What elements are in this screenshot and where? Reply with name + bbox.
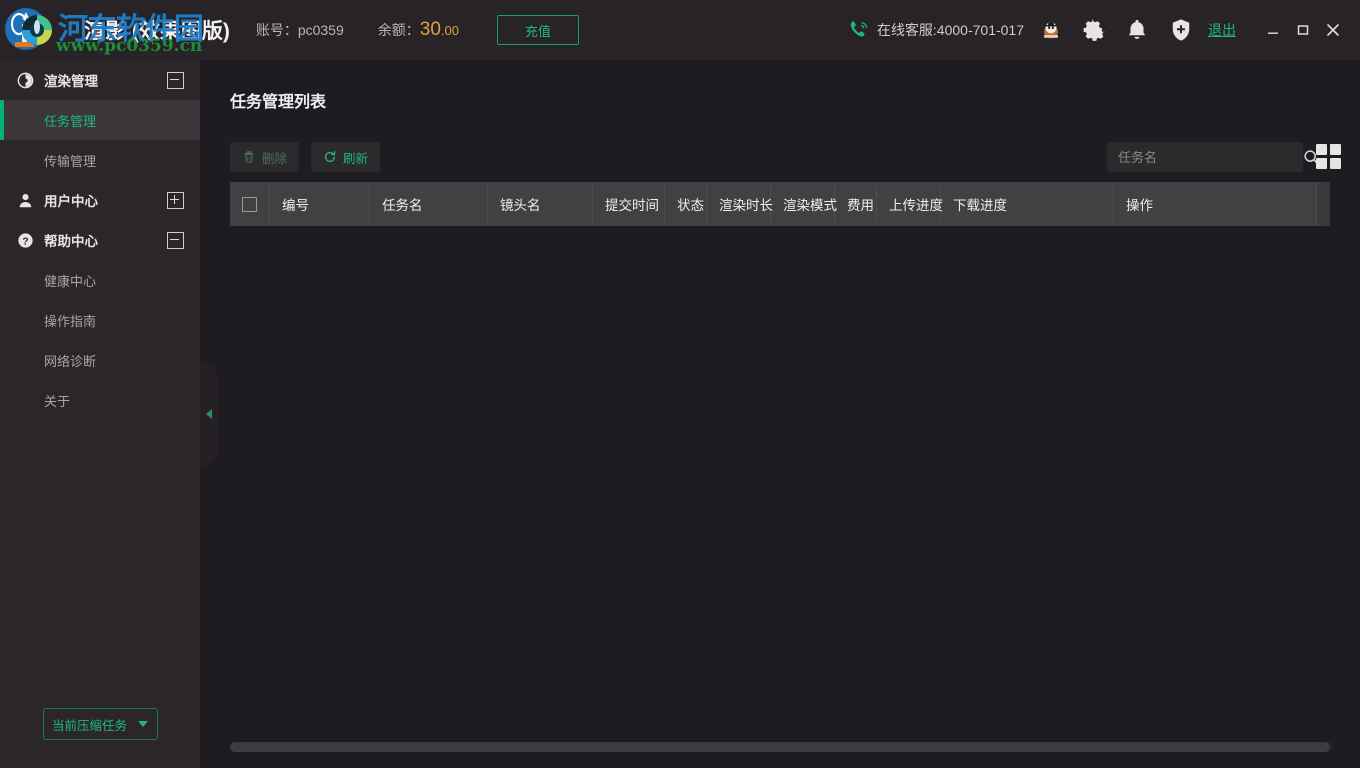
sidebar: 渲染管理 任务管理 传输管理 用户中心 ? xyxy=(0,60,200,768)
table-header-cell-cost[interactable]: 费用 xyxy=(835,182,877,226)
table-header-cell-submit-time[interactable]: 提交时间 xyxy=(593,182,665,226)
hotline-text: 在线客服:4000-701-017 xyxy=(877,20,1024,40)
shield-plus-icon[interactable] xyxy=(1168,17,1194,43)
trash-icon xyxy=(242,150,256,164)
sidebar-group-label: 渲染管理 xyxy=(44,70,167,90)
refresh-icon xyxy=(323,150,337,164)
balance-text: 余额： xyxy=(378,22,420,38)
sidebar-item-label: 传输管理 xyxy=(44,151,96,170)
task-table: 编号 任务名 镜头名 提交时间 状态 渲染时长 渲染模式 费用 上传进度 下载进… xyxy=(230,182,1330,226)
sidebar-item-label: 网络诊断 xyxy=(44,351,96,370)
select-all-checkbox[interactable] xyxy=(242,197,257,212)
sidebar-group-render[interactable]: 渲染管理 xyxy=(0,60,200,100)
sidebar-group-label: 用户中心 xyxy=(44,190,167,210)
app-logo xyxy=(0,0,78,60)
sidebar-group-help-center[interactable]: ? 帮助中心 xyxy=(0,220,200,260)
sidebar-item-network-diagnosis[interactable]: 网络诊断 xyxy=(0,340,200,380)
phone-icon xyxy=(848,19,870,41)
table-header-row: 编号 任务名 镜头名 提交时间 状态 渲染时长 渲染模式 费用 上传进度 下载进… xyxy=(230,182,1330,226)
grid-cell xyxy=(1330,158,1341,169)
application-window: 渲影 (效果图版) 账号：pc0359 余额：30.00 充值 在线客服:400… xyxy=(0,0,1360,768)
chevron-left-icon xyxy=(206,409,212,419)
balance-label: 余额：30.00 xyxy=(378,19,459,41)
horizontal-scrollbar-thumb[interactable] xyxy=(230,742,1330,752)
refresh-button[interactable]: 刷新 xyxy=(311,142,380,172)
sidebar-group-user-center[interactable]: 用户中心 xyxy=(0,180,200,220)
sidebar-group-label: 帮助中心 xyxy=(44,230,167,250)
table-header-cell-status[interactable]: 状态 xyxy=(665,182,707,226)
account-label: 账号：pc0359 xyxy=(256,20,344,40)
table-header-cell-task-name[interactable]: 任务名 xyxy=(370,182,488,226)
grid-cell xyxy=(1316,144,1327,155)
sidebar-item-task-management[interactable]: 任务管理 xyxy=(0,100,200,140)
table-header-cell-download-progress[interactable]: 下载进度 xyxy=(941,182,1114,226)
window-controls xyxy=(1258,15,1348,45)
table-toolbar: 删除 刷新 xyxy=(230,142,392,172)
logo-icon xyxy=(4,6,56,54)
table-header-cell-id[interactable]: 编号 xyxy=(270,182,370,226)
main-content: 任务管理列表 删除 xyxy=(200,60,1360,768)
table-header-cell-upload-progress[interactable]: 上传进度 xyxy=(877,182,941,226)
sidebar-item-health-center[interactable]: 健康中心 xyxy=(0,260,200,300)
delete-button[interactable]: 删除 xyxy=(230,142,299,172)
balance-cents: .00 xyxy=(441,23,459,38)
logout-link[interactable]: 退出 xyxy=(1208,20,1236,40)
chevron-down-icon xyxy=(138,721,148,727)
expand-toggle-icon[interactable] xyxy=(167,192,184,209)
horizontal-scrollbar[interactable] xyxy=(230,742,1334,752)
table-header-cell-render-duration[interactable]: 渲染时长 xyxy=(707,182,771,226)
refresh-button-label: 刷新 xyxy=(343,148,368,167)
page-title: 渲影 (效果图版) xyxy=(84,15,230,45)
dropdown-label: 当前压缩任务 xyxy=(44,715,138,734)
table-header-cell-checkbox xyxy=(230,182,270,226)
sidebar-item-label: 操作指南 xyxy=(44,311,96,330)
sidebar-item-label: 关于 xyxy=(44,391,70,410)
collapse-toggle-icon[interactable] xyxy=(167,72,184,89)
table-header-cell-render-mode[interactable]: 渲染模式 xyxy=(771,182,835,226)
grid-cell xyxy=(1316,158,1327,169)
recharge-button[interactable]: 充值 xyxy=(497,15,579,45)
help-icon: ? xyxy=(16,231,34,249)
bell-icon[interactable] xyxy=(1124,17,1150,43)
table-header-cell-operations[interactable]: 操作 xyxy=(1114,182,1317,226)
current-compress-task-dropdown[interactable]: 当前压缩任务 xyxy=(43,708,158,740)
qq-icon[interactable] xyxy=(1040,19,1062,41)
collapse-toggle-icon[interactable] xyxy=(167,232,184,249)
sidebar-collapse-handle[interactable] xyxy=(200,362,218,466)
search-input[interactable] xyxy=(1107,142,1296,172)
user-icon xyxy=(16,191,34,209)
sidebar-item-label: 任务管理 xyxy=(44,111,96,130)
minimize-button[interactable] xyxy=(1258,15,1288,45)
delete-button-label: 删除 xyxy=(262,148,287,167)
search-box xyxy=(1107,142,1303,172)
content-page-title: 任务管理列表 xyxy=(230,88,326,112)
grid-cell xyxy=(1330,144,1341,155)
grid-view-icon[interactable] xyxy=(1316,144,1342,170)
header-actions: 在线客服:4000-701-017 xyxy=(848,0,1360,60)
svg-text:?: ? xyxy=(22,236,28,247)
top-header-bar: 渲影 (效果图版) 账号：pc0359 余额：30.00 充值 在线客服:400… xyxy=(0,0,1360,60)
balance-amount: 30 xyxy=(420,19,441,40)
close-button[interactable] xyxy=(1318,15,1348,45)
maximize-button[interactable] xyxy=(1288,15,1318,45)
sidebar-item-about[interactable]: 关于 xyxy=(0,380,200,420)
sidebar-item-operation-guide[interactable]: 操作指南 xyxy=(0,300,200,340)
render-icon xyxy=(16,71,34,89)
table-header-cell-shot-name[interactable]: 镜头名 xyxy=(488,182,593,226)
gear-icon[interactable] xyxy=(1080,17,1106,43)
sidebar-item-transfer-management[interactable]: 传输管理 xyxy=(0,140,200,180)
table-vertical-scrollbar[interactable] xyxy=(1316,182,1330,226)
sidebar-item-label: 健康中心 xyxy=(44,271,96,290)
